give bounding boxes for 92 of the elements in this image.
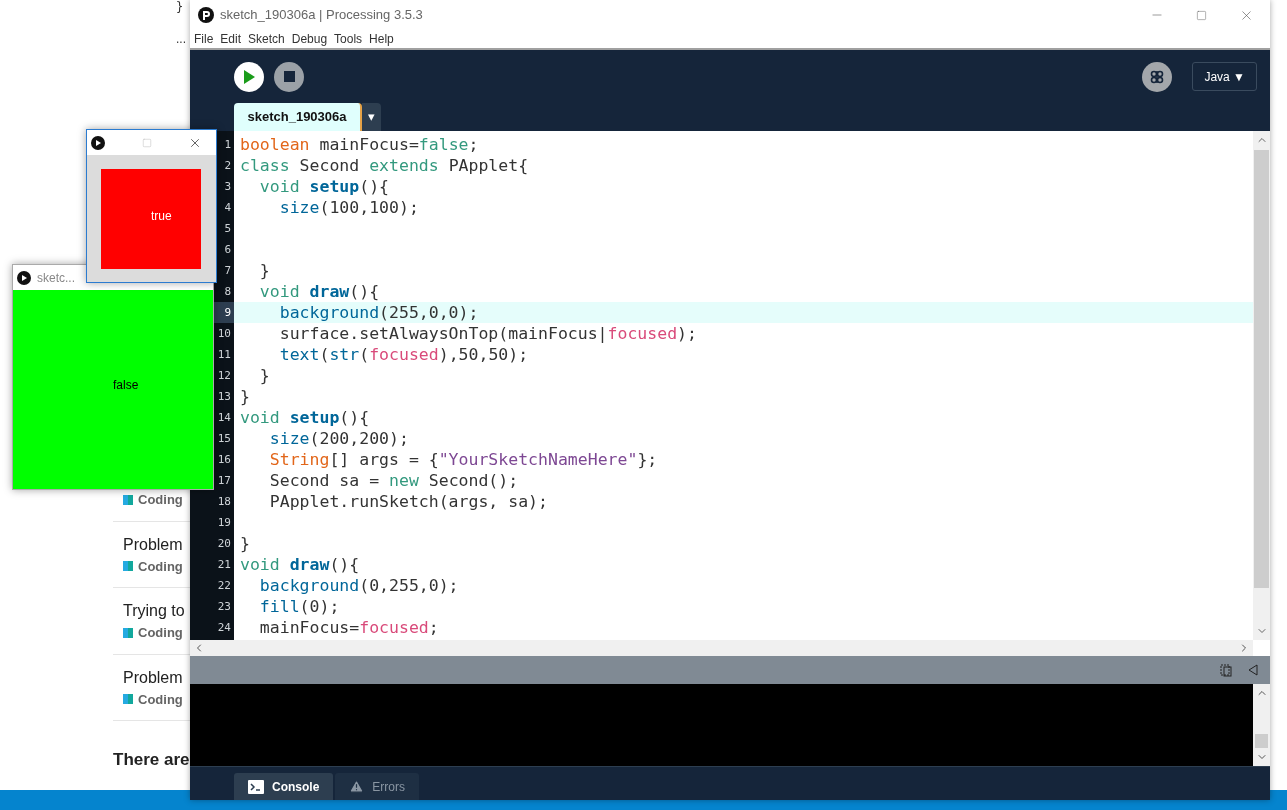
line-number: 18 bbox=[216, 494, 232, 510]
category-badge-icon bbox=[123, 561, 133, 572]
line-number: 1 bbox=[223, 137, 232, 153]
category-link[interactable]: Coding bbox=[138, 490, 183, 510]
scrollbar-thumb[interactable] bbox=[1255, 734, 1268, 748]
line-number: 24 bbox=[216, 620, 232, 636]
maximize-icon[interactable] bbox=[142, 137, 152, 148]
code-line: } bbox=[258, 365, 271, 386]
line-number: 9 bbox=[212, 302, 234, 323]
console-tab[interactable]: Console bbox=[234, 773, 334, 800]
scrollbar-thumb[interactable] bbox=[1254, 150, 1269, 588]
line-number: 10 bbox=[216, 326, 232, 342]
category-link[interactable]: Coding bbox=[138, 556, 183, 576]
menu-item[interactable]: Tools bbox=[334, 30, 363, 48]
code-line: void setup(){ bbox=[239, 407, 371, 428]
category-badge-icon bbox=[123, 494, 133, 505]
code-line: void draw(){ bbox=[258, 281, 381, 302]
code-line: fill(0); bbox=[258, 596, 341, 617]
category-link[interactable]: Coding bbox=[138, 623, 183, 643]
category-badge-icon bbox=[123, 627, 133, 638]
tab-menu-button[interactable]: ▾ bbox=[362, 103, 381, 131]
code-line: mainFocus=focused; bbox=[258, 617, 440, 638]
line-number: 16 bbox=[216, 452, 232, 468]
code-line: PApplet.runSketch(args, sa); bbox=[268, 491, 549, 512]
code-fragment: ... bbox=[176, 32, 186, 46]
code-line: } bbox=[239, 386, 251, 407]
code-line: Second sa = new Second(); bbox=[268, 470, 520, 491]
line-number: 12 bbox=[216, 368, 232, 384]
app-icon bbox=[91, 135, 105, 150]
line-number: 11 bbox=[216, 347, 232, 363]
menu-item[interactable]: Debug bbox=[291, 30, 328, 48]
debug-button[interactable] bbox=[1142, 61, 1173, 92]
line-number: 19 bbox=[216, 515, 232, 531]
horizontal-scrollbar[interactable] bbox=[190, 640, 1253, 656]
line-number: 14 bbox=[216, 410, 232, 426]
footer-text: There are bbox=[113, 749, 191, 771]
console-tab[interactable]: Errors bbox=[335, 773, 419, 800]
line-number: 6 bbox=[223, 242, 232, 258]
code-line: void setup(){ bbox=[258, 176, 391, 197]
line-number: 2 bbox=[223, 158, 232, 174]
line-number: 15 bbox=[216, 431, 232, 447]
line-number: 20 bbox=[216, 536, 232, 552]
line-number: 4 bbox=[223, 200, 232, 216]
line-number: 7 bbox=[223, 263, 232, 279]
line-number: 5 bbox=[223, 221, 232, 237]
post-title[interactable]: Problem bbox=[123, 665, 183, 690]
warning-icon bbox=[349, 779, 365, 794]
category-link[interactable]: Coding bbox=[138, 689, 183, 709]
menu-item[interactable]: Sketch bbox=[248, 30, 285, 48]
line-number: 3 bbox=[223, 179, 232, 195]
code-line: String[] args = {"YourSketchNameHere"}; bbox=[268, 449, 659, 470]
code-line: } bbox=[258, 260, 271, 281]
canvas-text: true bbox=[151, 208, 172, 225]
menu-item[interactable]: File bbox=[194, 30, 214, 48]
menu-item[interactable]: Edit bbox=[220, 30, 242, 48]
category-badge-icon bbox=[123, 694, 133, 705]
code-line: surface.setAlwaysOnTop(mainFocus|focused); bbox=[278, 323, 698, 344]
clipboard-icon[interactable] bbox=[1220, 663, 1232, 677]
code-line: } bbox=[239, 533, 251, 554]
play-icon bbox=[243, 69, 255, 84]
code-fragment: } bbox=[176, 0, 184, 14]
line-number: 8 bbox=[223, 284, 232, 300]
mode-dropdown[interactable]: Java ▼ bbox=[1192, 62, 1257, 91]
maximize-icon[interactable] bbox=[1196, 9, 1207, 21]
app-logo-icon bbox=[198, 7, 214, 23]
window-title: sketc... bbox=[37, 269, 75, 287]
line-number: 13 bbox=[216, 389, 232, 405]
post-title[interactable]: Problem bbox=[123, 532, 183, 557]
post-title[interactable]: Trying to bbox=[123, 599, 185, 623]
app-icon bbox=[17, 270, 31, 285]
code-line: text(str(focused),50,50); bbox=[278, 344, 530, 365]
code-line: void draw(){ bbox=[239, 554, 361, 575]
canvas-text: false bbox=[113, 377, 139, 394]
stop-button[interactable] bbox=[274, 61, 304, 92]
line-number: 23 bbox=[216, 599, 232, 615]
collapse-triangle-icon[interactable] bbox=[1248, 664, 1258, 676]
code-line: size(200,200); bbox=[268, 428, 410, 449]
code-line: size(100,100); bbox=[278, 197, 420, 218]
menu-item[interactable]: Help bbox=[369, 30, 394, 48]
terminal-icon bbox=[248, 779, 264, 794]
code-line: background(0,255,0); bbox=[258, 575, 460, 596]
line-number: 22 bbox=[216, 578, 232, 594]
file-tab[interactable]: sketch_190306a bbox=[234, 103, 362, 131]
console-scrollbar[interactable] bbox=[1253, 684, 1270, 766]
line-number: 17 bbox=[216, 473, 232, 489]
vertical-scrollbar[interactable] bbox=[1253, 131, 1270, 640]
code-line: boolean mainFocus=false; bbox=[239, 134, 480, 155]
run-button[interactable] bbox=[234, 61, 264, 92]
stop-icon bbox=[283, 71, 295, 82]
line-number: 21 bbox=[216, 557, 232, 573]
code-line: class Second extends PApplet{ bbox=[239, 155, 530, 176]
window-title: sketch_190306a | Processing 3.5.3 bbox=[220, 6, 423, 25]
